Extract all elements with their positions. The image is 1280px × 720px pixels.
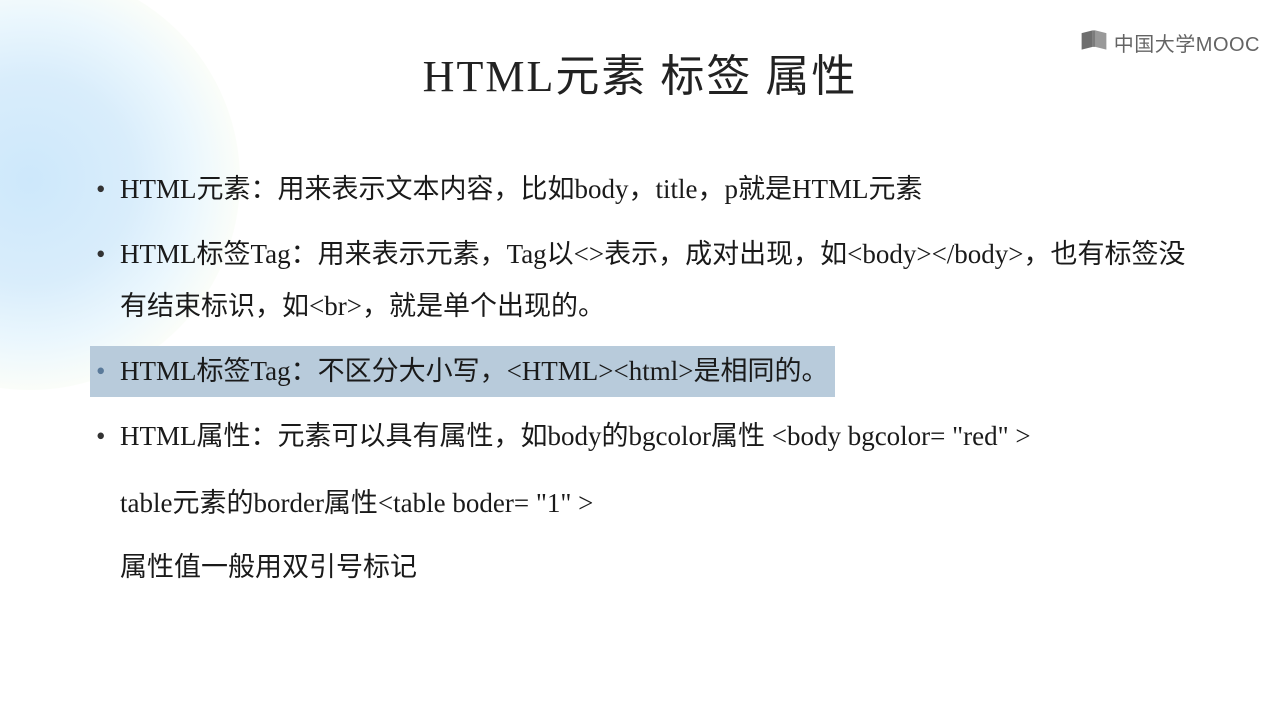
bullet-item: HTML元素：用来表示文本内容，比如body，title，p就是HTML元素 [90, 164, 1190, 215]
mooc-watermark: 中国大学MOOC [1080, 28, 1260, 57]
bullet-list: HTML元素：用来表示文本内容，比如body，title，p就是HTML元素 H… [90, 164, 1190, 462]
continuation-block: table元素的border属性<table boder= "1" > 属性值一… [90, 476, 1190, 594]
continuation-line: table元素的border属性<table boder= "1" > [120, 476, 1190, 530]
watermark-text: 中国大学MOOC [1114, 28, 1260, 57]
bullet-item: HTML标签Tag：用来表示元素，Tag以<>表示，成对出现，如<body></… [90, 229, 1190, 332]
slide-content: HTML元素 标签 属性 HTML元素：用来表示文本内容，比如body，titl… [0, 0, 1280, 720]
book-icon [1080, 29, 1108, 57]
continuation-line: 属性值一般用双引号标记 [120, 540, 1190, 594]
slide-title: HTML元素 标签 属性 [90, 40, 1190, 104]
bullet-item: HTML属性：元素可以具有属性，如body的bgcolor属性 <body bg… [90, 411, 1190, 462]
bullet-item-highlighted: HTML标签Tag：不区分大小写，<HTML><html>是相同的。 [90, 346, 835, 397]
